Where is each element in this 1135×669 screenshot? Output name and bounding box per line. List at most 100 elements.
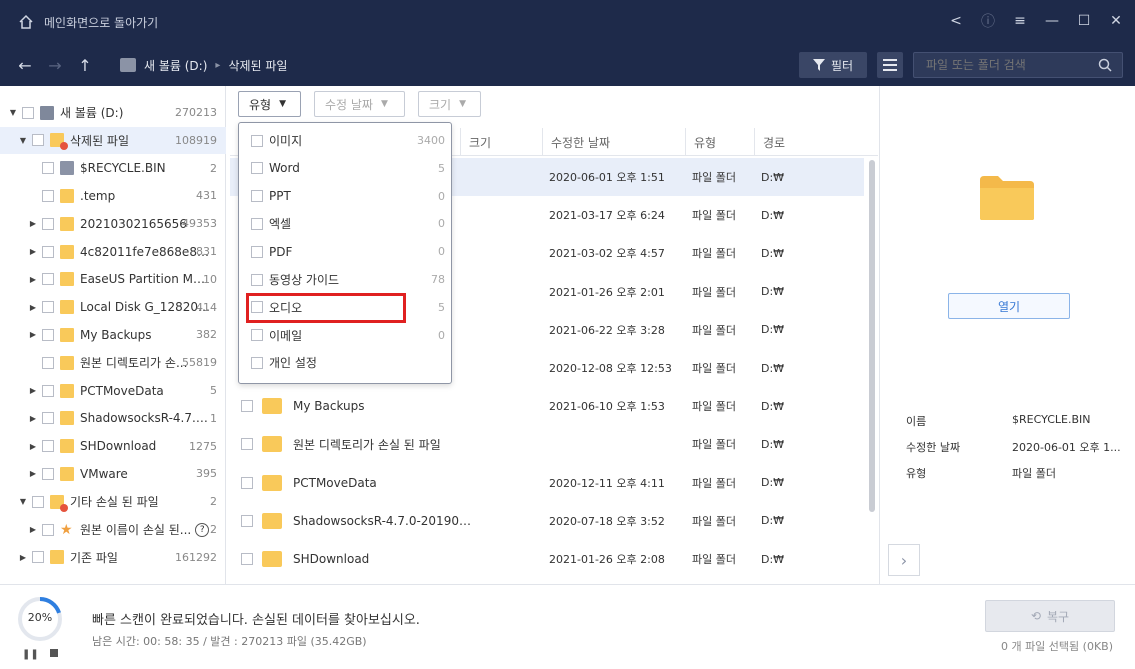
next-arrow-icon[interactable]: › (888, 544, 920, 576)
dropdown-option[interactable]: 개인 설정 (251, 349, 447, 376)
checkbox[interactable] (42, 301, 54, 314)
vertical-scrollbar[interactable] (869, 160, 875, 512)
checkbox[interactable] (251, 162, 263, 175)
tree-item[interactable]: ▼ 기타 손실 된 파일 2 (0, 488, 226, 515)
search-icon[interactable] (1098, 58, 1112, 72)
dropdown-option[interactable]: 엑셀 0 (251, 210, 447, 237)
dropdown-option[interactable]: 이메일 0 (251, 322, 447, 349)
close-icon[interactable]: ✕ (1107, 12, 1125, 30)
column-modified-date[interactable]: 수정한 날짜 (542, 128, 686, 156)
column-type[interactable]: 유형 (685, 128, 755, 156)
checkbox[interactable] (42, 440, 54, 453)
checkbox[interactable] (42, 384, 54, 397)
tree-item[interactable]: $RECYCLE.BIN 2 (0, 155, 226, 182)
chevron-right-icon[interactable]: ▶ (18, 553, 28, 562)
chevron-right-icon[interactable]: ▶ (28, 330, 38, 339)
share-icon[interactable]: < (947, 12, 965, 30)
checkbox[interactable] (251, 273, 263, 286)
checkbox[interactable] (42, 273, 54, 286)
column-size[interactable]: 크기 (460, 128, 544, 156)
checkbox[interactable] (42, 523, 54, 536)
chevron-right-icon[interactable]: ▶ (28, 525, 38, 534)
chevron-down-icon[interactable]: ▼ (18, 136, 28, 145)
stop-icon[interactable] (50, 649, 58, 657)
table-row[interactable]: My Backups 2021-06-10 오후 1:53 파일 폴더 D:₩ (230, 387, 864, 425)
forward-arrow-icon[interactable]: → (40, 50, 70, 80)
checkbox[interactable] (241, 438, 253, 451)
checkbox[interactable] (42, 245, 54, 258)
checkbox[interactable] (251, 356, 263, 369)
pause-icon[interactable]: ❚❚ (22, 649, 39, 660)
table-row[interactable]: 원본 디렉토리가 손실 된 파일 파일 폴더 D:₩ (230, 425, 864, 463)
tree-item[interactable]: ▶ VMware 395 (0, 460, 226, 487)
table-row[interactable]: PCTMoveData 2020-12-11 오후 4:11 파일 폴더 D:₩ (230, 464, 864, 502)
open-button[interactable]: 열기 (948, 293, 1070, 319)
help-icon[interactable]: ? (195, 522, 210, 537)
checkbox[interactable] (32, 495, 44, 508)
chevron-down-icon[interactable]: ▼ (8, 108, 18, 117)
chevron-right-icon[interactable]: ▶ (28, 469, 38, 478)
checkbox[interactable] (241, 400, 253, 413)
checkbox[interactable] (42, 467, 54, 480)
view-menu-button[interactable] (877, 52, 903, 78)
table-row[interactable]: ShadowsocksR-4.7.0-2019092... 2020-07-18 … (230, 502, 864, 540)
breadcrumb-drive[interactable]: 새 볼륨 (D:) (144, 57, 207, 74)
tree-item[interactable]: ▶ 20210302165656 49353 (0, 210, 226, 237)
filter-tab-size[interactable]: 크기 ▼ (418, 91, 481, 117)
checkbox[interactable] (241, 553, 253, 565)
tree-item[interactable]: ▶ EaseUS Partition Maste...10 (0, 266, 226, 293)
tree-item[interactable]: 원본 디렉토리가 손... 55819 (0, 349, 226, 376)
chevron-right-icon[interactable]: ▶ (28, 247, 38, 256)
tree-item[interactable]: .temp 431 (0, 182, 226, 209)
checkbox[interactable] (42, 356, 54, 369)
checkbox[interactable] (42, 328, 54, 341)
checkbox[interactable] (42, 189, 54, 202)
dropdown-option[interactable]: 동영상 가이드 78 (251, 266, 447, 293)
back-arrow-icon[interactable]: ← (10, 50, 40, 80)
checkbox[interactable] (22, 106, 34, 119)
checkbox[interactable] (251, 217, 263, 230)
column-path[interactable]: 경로 (754, 128, 864, 156)
dropdown-option[interactable]: PDF 0 (251, 238, 447, 265)
menu-icon[interactable]: ≡ (1011, 12, 1029, 30)
checkbox[interactable] (251, 134, 263, 147)
maximize-icon[interactable]: ☐ (1075, 12, 1093, 30)
checkbox[interactable] (251, 190, 263, 203)
back-to-main-link[interactable]: 메인화면으로 돌아가기 (44, 14, 158, 31)
dropdown-option[interactable]: 이미지 3400 (251, 127, 447, 154)
filter-tab-date[interactable]: 수정 날짜 ▼ (314, 91, 405, 117)
chevron-right-icon[interactable]: ▶ (28, 442, 38, 451)
up-arrow-icon[interactable]: ↑ (70, 50, 100, 80)
dropdown-option[interactable]: Word 5 (251, 155, 447, 182)
tree-item[interactable]: ▼ 삭제된 파일 108919 (0, 126, 226, 154)
checkbox[interactable] (241, 476, 253, 489)
search-input[interactable] (926, 58, 1096, 72)
checkbox[interactable] (241, 514, 253, 527)
breadcrumb-current[interactable]: 삭제된 파일 (228, 57, 287, 74)
checkbox[interactable] (251, 329, 263, 342)
checkbox[interactable] (42, 217, 54, 230)
tree-item[interactable]: ▶ 4c82011fe7e868e8df9...831 (0, 238, 226, 265)
tree-item[interactable]: ▶ PCTMoveData 5 (0, 377, 226, 404)
tree-item[interactable]: ▼ 새 볼륨 (D:) 270213 (0, 99, 226, 126)
tree-item[interactable]: ▶ ShadowsocksR-4.7.0-201...1 (0, 405, 226, 432)
tree-item[interactable]: ▶ Local Disk G_1282020... 414 (0, 294, 226, 321)
home-icon[interactable] (18, 14, 34, 30)
info-icon[interactable]: ⓘ (979, 12, 997, 30)
chevron-down-icon[interactable]: ▼ (18, 497, 28, 506)
checkbox[interactable] (32, 134, 44, 147)
tree-item[interactable]: ▶ 기존 파일 161292 (0, 544, 226, 571)
tree-item[interactable]: ▶ ★ 원본 이름이 손실 된...? 2 (0, 516, 226, 543)
table-row[interactable]: SHDownload 2021-01-26 오후 2:08 파일 폴더 D:₩ (230, 540, 864, 578)
checkbox[interactable] (42, 412, 54, 425)
chevron-right-icon[interactable]: ▶ (28, 414, 38, 423)
minimize-icon[interactable]: — (1043, 12, 1061, 30)
chevron-right-icon[interactable]: ▶ (28, 303, 38, 312)
checkbox[interactable] (42, 162, 54, 175)
tree-item[interactable]: ▶ SHDownload 1275 (0, 433, 226, 460)
filter-tab-type[interactable]: 유형 ▼ (238, 91, 301, 117)
filter-button[interactable]: 필터 (799, 52, 867, 78)
dropdown-option[interactable]: PPT 0 (251, 183, 447, 210)
checkbox[interactable] (32, 551, 44, 564)
chevron-right-icon[interactable]: ▶ (28, 275, 38, 284)
